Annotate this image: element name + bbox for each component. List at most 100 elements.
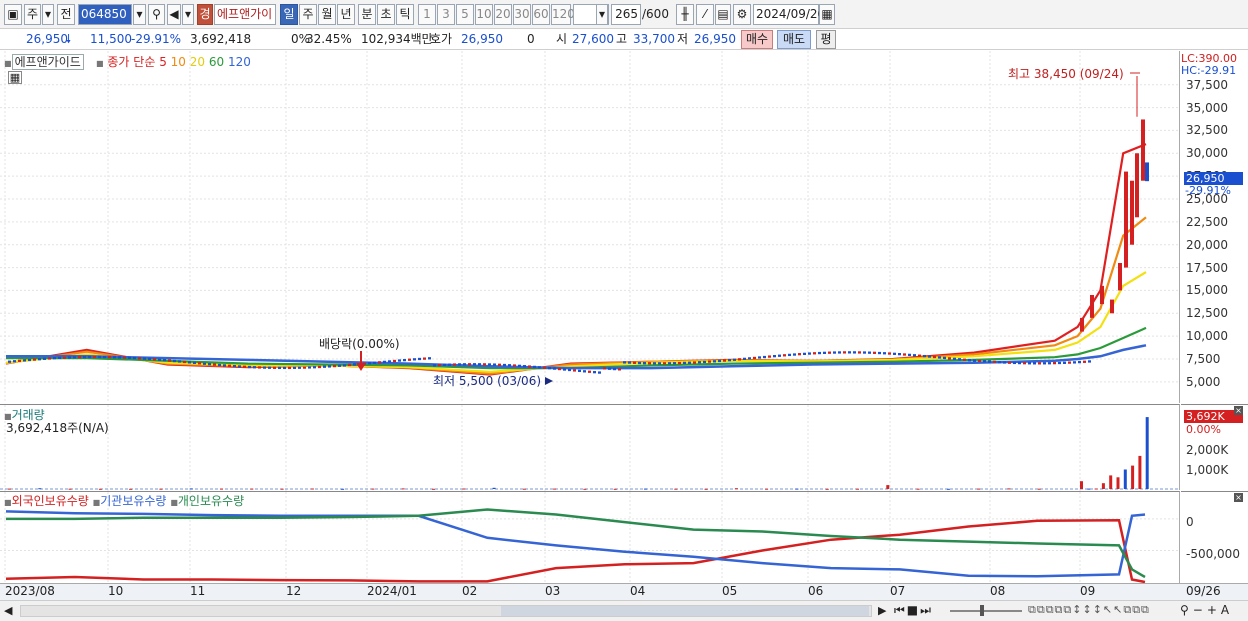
candle: [1068, 361, 1071, 364]
interval-60-button[interactable]: 60: [532, 4, 550, 25]
candle: [903, 353, 906, 356]
volume-bar: [1101, 483, 1105, 489]
candle: [253, 366, 256, 369]
playback-controls[interactable]: ⏮■⏭: [894, 603, 933, 618]
line-tool-icon[interactable]: ⁄: [696, 4, 714, 25]
chart-type-select[interactable]: 주: [24, 4, 41, 25]
period-second-tab[interactable]: 초: [377, 4, 395, 25]
period-day-tab[interactable]: 일: [280, 4, 298, 25]
close-icon[interactable]: ×: [1234, 406, 1243, 415]
candle: [918, 354, 921, 357]
search-icon[interactable]: ⚲: [148, 4, 165, 25]
zoom-slider-handle[interactable]: [980, 605, 984, 616]
candle: [658, 362, 661, 365]
scroll-left-icon[interactable]: ◀: [4, 604, 12, 617]
holding-line-0: [5, 518, 1146, 584]
candle: [898, 353, 901, 356]
volume-bar: [1007, 488, 1011, 490]
volume-panel[interactable]: ■거래량 3,692,418주(N/A): [0, 404, 1180, 491]
candle: [518, 364, 521, 367]
scrollbar-thumb[interactable]: [501, 606, 869, 616]
candle: [283, 366, 286, 370]
bid-price: 26,950: [461, 32, 503, 46]
period-minute-tab[interactable]: 분: [358, 4, 376, 25]
candle: [678, 361, 681, 365]
volume-bar: [522, 488, 526, 490]
date-input[interactable]: 2024/09/26: [753, 4, 825, 25]
price-panel[interactable]: ■ 에프앤가이드 ■ 종가 단순 5 10 20 60 120 ▦ 최고 38,4…: [0, 51, 1180, 403]
candle: [553, 367, 556, 370]
evaluate-button[interactable]: 평: [816, 30, 836, 49]
candle: [688, 361, 691, 364]
interval-1-button[interactable]: 1: [418, 4, 436, 25]
x-axis-label: 03: [545, 584, 561, 598]
candle: [463, 363, 466, 366]
holding-panel[interactable]: ■외국인보유수량 ■기관보유수량 ■개인보유수량: [0, 491, 1180, 584]
drawing-tools[interactable]: ⧉⧉⧉⧉⧉↕↕↕↖↖⧉⧉⧉: [1028, 603, 1150, 617]
period-year-tab[interactable]: 년: [337, 4, 355, 25]
candle: [423, 357, 426, 360]
volume-bar: [401, 488, 405, 490]
stock-code-input[interactable]: 064850: [78, 4, 132, 25]
candle: [33, 358, 36, 361]
candle: [243, 365, 246, 368]
candle: [173, 359, 176, 363]
scrollbar-track[interactable]: [20, 605, 872, 617]
volume-scale: 3,692K 0.00% 2,000K 1,000K ×: [1181, 404, 1248, 490]
price-tick: 15,000: [1186, 283, 1228, 298]
candle: [633, 361, 636, 364]
ma-60-label: 60: [208, 55, 225, 69]
candle: [1073, 361, 1076, 364]
candle: [308, 366, 311, 369]
interval-30-button[interactable]: 30: [513, 4, 531, 25]
candle: [268, 366, 271, 369]
candle: [378, 361, 381, 364]
speaker-dropdown-icon[interactable]: ▾: [182, 4, 194, 25]
volume-tick: 2,000K: [1186, 443, 1229, 457]
volume-bar: [250, 488, 254, 490]
interval-20-button[interactable]: 20: [494, 4, 512, 25]
volume-bar: [583, 488, 587, 490]
period-month-tab[interactable]: 월: [318, 4, 336, 25]
custom-interval-dropdown-icon[interactable]: ▾: [596, 4, 608, 25]
zoom-slider[interactable]: [950, 605, 1022, 616]
candle: [613, 367, 616, 371]
candle: [118, 356, 121, 359]
interval-3-button[interactable]: 3: [437, 4, 455, 25]
volume-bar: [886, 485, 890, 489]
candle: [893, 352, 896, 355]
interval-5-button[interactable]: 5: [456, 4, 474, 25]
table-icon[interactable]: ▦: [8, 71, 22, 84]
candle: [1130, 180, 1134, 245]
candle: [618, 368, 621, 371]
speaker-icon[interactable]: ◀: [167, 4, 181, 25]
interval-10-button[interactable]: 10: [475, 4, 493, 25]
candle: [488, 363, 491, 366]
price-scale[interactable]: LC:390.00 HC:-29.91 5,000 7,500 10,000 12,5…: [1181, 51, 1248, 403]
sell-button[interactable]: 매도: [777, 30, 811, 49]
candle: [453, 363, 456, 366]
price-tick: 32,500: [1186, 123, 1228, 138]
candle: [278, 366, 281, 370]
stock-code-dropdown-icon[interactable]: ▾: [133, 4, 146, 25]
calendar-icon[interactable]: ▦: [819, 4, 835, 25]
compare-button[interactable]: 전: [57, 4, 75, 25]
close-icon[interactable]: ×: [1234, 493, 1243, 502]
scroll-right-icon[interactable]: ▶: [878, 604, 886, 617]
window-layout-icon[interactable]: ▣: [4, 4, 22, 25]
candle: [188, 361, 191, 364]
candle: [88, 355, 91, 359]
zoom-controls[interactable]: ⚲−+A: [1180, 603, 1233, 617]
period-tick-tab[interactable]: 틱: [396, 4, 414, 25]
price-tick: 37,500: [1186, 77, 1228, 92]
chart-type-dropdown-icon[interactable]: ▾: [42, 4, 54, 25]
candle: [713, 360, 716, 363]
interval-120-button[interactable]: 120: [551, 4, 575, 25]
buy-button[interactable]: 매수: [741, 30, 773, 49]
data-count-input[interactable]: 265: [611, 4, 641, 25]
candle-style-icon[interactable]: ╫: [676, 4, 694, 25]
save-icon[interactable]: ▤: [715, 4, 731, 25]
gear-icon[interactable]: ⚙: [733, 4, 751, 25]
period-week-tab[interactable]: 주: [299, 4, 317, 25]
candle: [143, 357, 146, 360]
